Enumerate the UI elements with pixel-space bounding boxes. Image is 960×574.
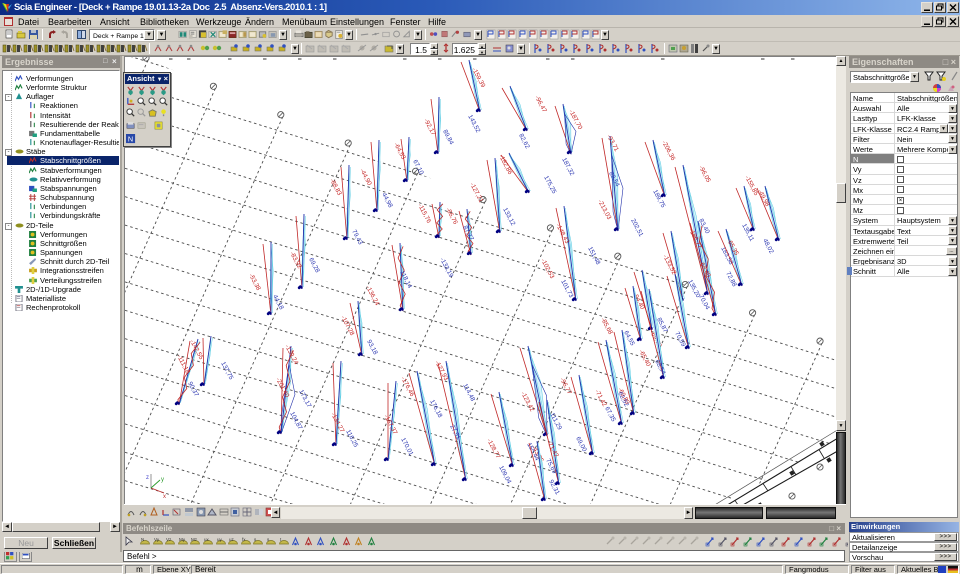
svg-text:Mz: Mz	[191, 537, 198, 542]
svg-text:ux: ux	[204, 537, 210, 542]
svg-text:uz: uz	[229, 537, 235, 542]
svg-text:uy: uy	[217, 537, 223, 542]
svg-text:z: z	[146, 475, 149, 481]
svg-text:N: N	[128, 134, 133, 143]
svg-text:Vz: Vz	[166, 537, 172, 542]
svg-text:x: x	[163, 494, 166, 500]
svg-text:y: y	[161, 477, 164, 483]
svg-text:Vy: Vy	[154, 537, 160, 542]
svg-text:My: My	[179, 537, 186, 542]
svg-text:N: N	[141, 537, 144, 542]
